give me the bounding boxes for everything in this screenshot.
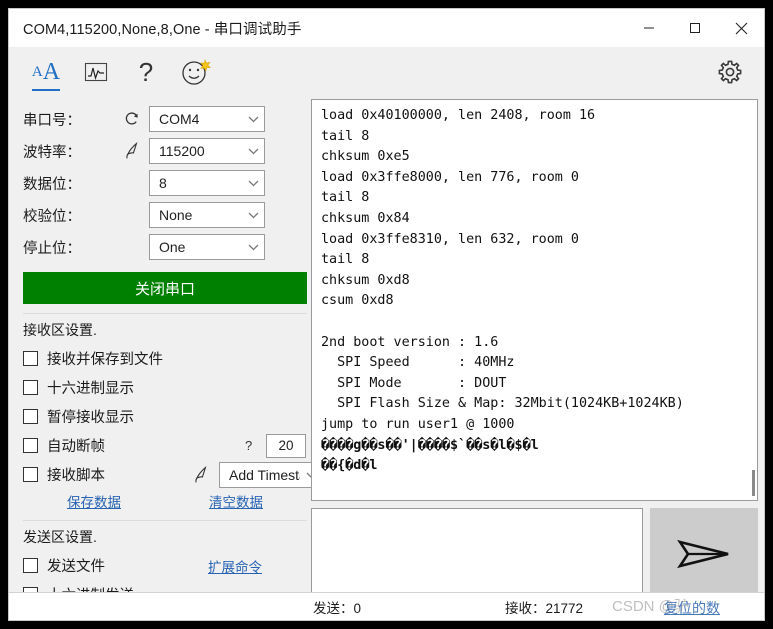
settings-button[interactable] [708,50,752,94]
checkbox-label: 暂停接收显示 [47,410,134,426]
status-bar: 发送：0 接收：21772 CSDN @驴 复位的数 [9,592,764,620]
checkbox-pause-display[interactable]: 暂停接收显示 [23,402,297,431]
checkbox-label: 自动断帧 [47,439,105,455]
databits-value: 8 [159,175,167,191]
clear-data-link[interactable]: 清空数据 [209,491,263,511]
receive-links: 保存数据 清空数据 [23,491,307,511]
receive-area[interactable]: load 0x40100000, len 2408, room 16 tail … [311,99,758,501]
auto-frame-timeout-input[interactable]: 20 [266,433,306,458]
settings-panel: 串口号： COM4 波特率： 115200 数据位： 8 校验位： None 停… [9,97,323,620]
receive-scrollbar[interactable] [752,470,755,496]
terminal-panel: load 0x40100000, len 2408, room 16 tail … [307,97,764,620]
parity-select[interactable]: None [149,202,265,228]
baud-label: 波特率： [23,144,81,161]
send-button[interactable] [650,508,758,600]
parity-value: None [159,207,193,223]
baud-value: 115200 [159,143,205,159]
chevron-down-icon [242,211,264,219]
pen-icon[interactable] [115,142,149,160]
watermark-link: 复位的数 [664,600,720,616]
stopbits-row: 停止位： One [23,231,297,263]
checkbox-hex-display[interactable]: 十六进制显示 [23,373,297,402]
title-bar: COM4,115200,None,8,One - 串口调试助手 [9,9,764,47]
chevron-down-icon [242,243,264,251]
checkbox-box[interactable] [23,380,38,395]
gear-icon [718,60,742,84]
pen-icon[interactable] [193,465,209,484]
divider [23,520,307,521]
maximize-button[interactable] [672,9,718,47]
chevron-down-icon [242,147,264,155]
window-controls [626,9,764,47]
checkbox-box[interactable] [23,438,38,453]
baud-select[interactable]: 115200 [149,138,265,164]
port-value: COM4 [159,111,200,127]
baud-row: 波特率： 115200 [23,135,297,167]
sent-count: 发送：0 [313,600,362,616]
port-label: 串口号： [23,112,81,129]
port-row: 串口号： COM4 [23,103,297,135]
checkbox-box[interactable] [23,351,38,366]
checkbox-auto-frame[interactable]: 自动断帧 ? 20 [23,431,306,460]
send-row [311,508,758,600]
font-size-icon: A [31,63,43,80]
checkbox-save-to-file[interactable]: 接收并保存到文件 [23,344,297,373]
stopbits-value: One [159,239,186,255]
waveform-button[interactable] [73,50,119,94]
font-size-button[interactable]: AA [23,50,69,94]
save-data-link[interactable]: 保存数据 [67,491,121,511]
refresh-icon[interactable] [115,111,149,127]
receive-section-title: 接收区设置. [23,322,97,338]
checkbox-box[interactable] [23,558,38,573]
close-button[interactable] [718,9,764,47]
divider [23,313,307,314]
checkbox-box[interactable] [23,409,38,424]
main-content: 串口号： COM4 波特率： 115200 数据位： 8 校验位： None 停… [9,97,764,620]
window-title: COM4,115200,None,8,One - 串口调试助手 [23,21,302,38]
smiley-icon [182,58,211,85]
close-port-button[interactable]: 关闭串口 [23,272,307,304]
parity-row: 校验位： None [23,199,297,231]
checkbox-box[interactable] [23,467,38,482]
parity-label: 校验位： [23,208,81,225]
question-mark-icon: ? [138,56,154,87]
checkbox-receive-script[interactable]: 接收脚本 Add Timesta [23,460,323,489]
port-select[interactable]: COM4 [149,106,265,132]
receive-script-value: Add Timesta [229,466,300,483]
send-section-title: 发送区设置. [23,529,97,545]
databits-select[interactable]: 8 [149,170,265,196]
checkbox-label: 接收并保存到文件 [47,352,163,368]
checkbox-label: 接收脚本 [47,468,105,484]
checkbox-label: 发送文件 [47,559,105,575]
smiley-button[interactable] [173,50,219,94]
terminal-output: load 0x40100000, len 2408, room 16 tail … [321,108,684,432]
auto-frame-help-icon[interactable]: ? [245,438,252,453]
received-count: 接收：21772 [505,600,584,616]
databits-row: 数据位： 8 [23,167,297,199]
terminal-garbled-output: ����g��s��'|����$`��s�l�$�l ��{�d�l [321,437,539,474]
paper-plane-icon [677,539,729,569]
extend-command-link[interactable]: 扩展命令 [208,556,262,576]
toolbar: AA ? [9,47,764,97]
checkbox-label: 十六进制显示 [47,381,134,397]
databits-label: 数据位： [23,176,81,193]
stopbits-label: 停止位： [23,240,81,257]
checkbox-send-file[interactable]: 发送文件 扩展命令 [23,551,297,580]
font-size-icon-large: A [42,59,61,85]
waveform-icon [84,62,108,82]
chevron-down-icon [242,115,264,123]
serial-assistant-window: COM4,115200,None,8,One - 串口调试助手 AA ? 串口号… [8,8,765,621]
help-button[interactable]: ? [123,50,169,94]
chevron-down-icon [242,179,264,187]
minimize-button[interactable] [626,9,672,47]
send-input[interactable] [311,508,643,600]
stopbits-select[interactable]: One [149,234,265,260]
